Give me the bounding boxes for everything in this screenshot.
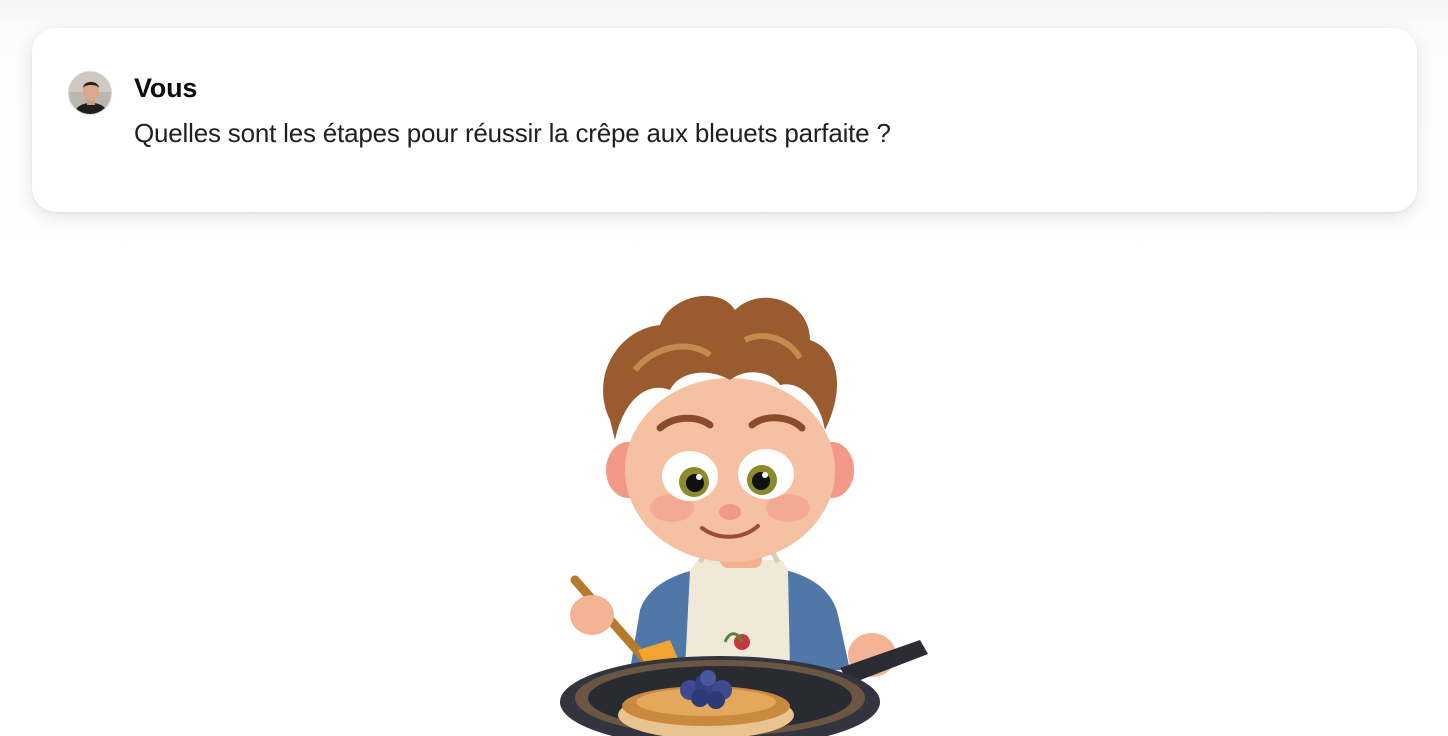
boy-cooking-blueberry-pancake-illustration-icon: [560, 295, 928, 736]
message-author: Vous: [134, 73, 198, 103]
user-message-card: Vous Quelles sont les étapes pour réussi…: [32, 28, 1417, 212]
chat-page: Vous Quelles sont les étapes pour réussi…: [0, 0, 1448, 736]
message-text: Quelles sont les étapes pour réussir la …: [134, 118, 891, 148]
user-avatar: [68, 71, 112, 115]
user-avatar-photo-icon: [69, 72, 111, 114]
